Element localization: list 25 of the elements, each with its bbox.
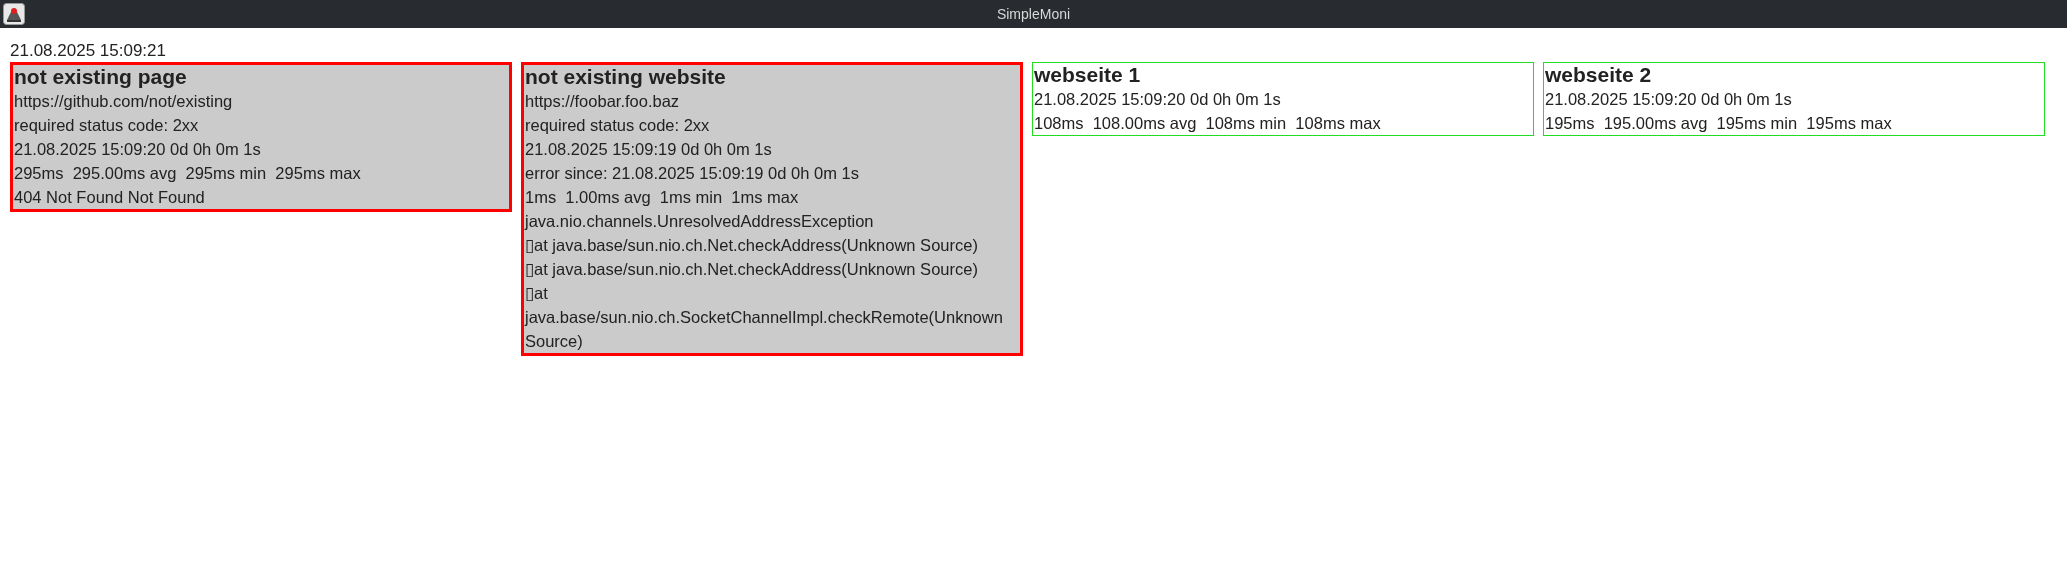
monitor-line: java.nio.channels.UnresolvedAddressException <box>525 211 875 232</box>
monitor-name: webseite 1 <box>1034 63 1142 87</box>
monitor-line: 21.08.2025 15:09:20 0d 0h 0m 1s <box>1545 89 1793 110</box>
monitor-line: required status code: 2xx <box>14 115 200 136</box>
monitor-name: not existing page <box>14 65 188 89</box>
monitor-name: not existing website <box>525 65 727 89</box>
monitor-line: ▯at java.base/sun.nio.ch.Net.checkAddress(Unknown Source) <box>525 235 979 256</box>
monitor-line: 21.08.2025 15:09:20 0d 0h 0m 1s <box>14 139 262 160</box>
monitor-line: 1ms 1.00ms avg 1ms min 1ms max <box>525 187 800 208</box>
monitor-line: https://github.com/not/existing <box>14 91 234 112</box>
monitor-line: 21.08.2025 15:09:20 0d 0h 0m 1s <box>1034 89 1282 110</box>
monitor-line: 404 Not Found Not Found <box>14 187 206 208</box>
monitor-line: 108ms 108.00ms avg 108ms min 108ms max <box>1034 113 1382 134</box>
timestamp: 21.08.2025 15:09:21 <box>10 40 167 62</box>
app-icon <box>3 3 25 25</box>
monitor-line: ▯at java.base/sun.nio.ch.SocketChannelImpl.checkRemote(Unknown Source) <box>525 283 1004 352</box>
monitor-line: 295ms 295.00ms avg 295ms min 295ms max <box>14 163 362 184</box>
monitor-line: required status code: 2xx <box>525 115 711 136</box>
window-title: SimpleMoni <box>996 4 1071 24</box>
monitor-line: error since: 21.08.2025 15:09:19 0d 0h 0m 1s <box>525 163 860 184</box>
monitor-line: ▯at java.base/sun.nio.ch.Net.checkAddress(Unknown Source) <box>525 259 979 280</box>
monitor-line: https://foobar.foo.baz <box>525 91 681 112</box>
monitor-line: 21.08.2025 15:09:19 0d 0h 0m 1s <box>525 139 773 160</box>
monitor-name: webseite 2 <box>1545 63 1653 87</box>
monitor-line: 195ms 195.00ms avg 195ms min 195ms max <box>1545 113 1893 134</box>
